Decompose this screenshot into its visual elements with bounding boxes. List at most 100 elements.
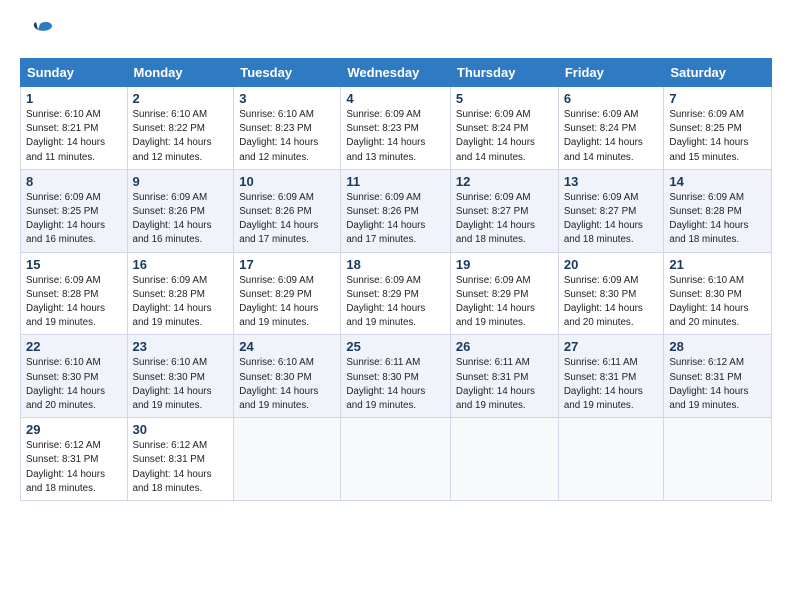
calendar-header-row: Sunday Monday Tuesday Wednesday Thursday… [21,59,772,87]
table-row: 11 Sunrise: 6:09 AMSunset: 8:26 PMDaylig… [341,169,451,252]
day-number: 24 [239,339,335,354]
table-row [234,418,341,501]
col-friday: Friday [558,59,664,87]
day-number: 17 [239,257,335,272]
logo [20,16,54,48]
day-number: 11 [346,174,445,189]
day-info: Sunrise: 6:10 AMSunset: 8:30 PMDaylight:… [239,357,318,411]
day-info: Sunrise: 6:10 AMSunset: 8:22 PMDaylight:… [133,109,212,163]
calendar-week-row: 22 Sunrise: 6:10 AMSunset: 8:30 PMDaylig… [21,335,772,418]
table-row: 21 Sunrise: 6:10 AMSunset: 8:30 PMDaylig… [664,252,772,335]
table-row: 2 Sunrise: 6:10 AMSunset: 8:22 PMDayligh… [127,87,234,170]
day-number: 30 [133,422,229,437]
day-number: 1 [26,91,122,106]
day-info: Sunrise: 6:09 AMSunset: 8:28 PMDaylight:… [669,192,748,246]
col-tuesday: Tuesday [234,59,341,87]
day-info: Sunrise: 6:09 AMSunset: 8:26 PMDaylight:… [239,192,318,246]
day-number: 19 [456,257,553,272]
table-row: 5 Sunrise: 6:09 AMSunset: 8:24 PMDayligh… [450,87,558,170]
table-row: 16 Sunrise: 6:09 AMSunset: 8:28 PMDaylig… [127,252,234,335]
table-row: 15 Sunrise: 6:09 AMSunset: 8:28 PMDaylig… [21,252,128,335]
day-info: Sunrise: 6:09 AMSunset: 8:28 PMDaylight:… [133,275,212,329]
day-number: 8 [26,174,122,189]
day-number: 2 [133,91,229,106]
day-number: 27 [564,339,659,354]
day-info: Sunrise: 6:09 AMSunset: 8:29 PMDaylight:… [239,275,318,329]
day-info: Sunrise: 6:09 AMSunset: 8:26 PMDaylight:… [346,192,425,246]
table-row: 7 Sunrise: 6:09 AMSunset: 8:25 PMDayligh… [664,87,772,170]
day-info: Sunrise: 6:10 AMSunset: 8:30 PMDaylight:… [133,357,212,411]
table-row: 19 Sunrise: 6:09 AMSunset: 8:29 PMDaylig… [450,252,558,335]
table-row: 13 Sunrise: 6:09 AMSunset: 8:27 PMDaylig… [558,169,664,252]
day-info: Sunrise: 6:09 AMSunset: 8:25 PMDaylight:… [669,109,748,163]
day-number: 4 [346,91,445,106]
table-row [450,418,558,501]
table-row: 12 Sunrise: 6:09 AMSunset: 8:27 PMDaylig… [450,169,558,252]
day-number: 13 [564,174,659,189]
day-number: 21 [669,257,766,272]
day-info: Sunrise: 6:12 AMSunset: 8:31 PMDaylight:… [669,357,748,411]
day-info: Sunrise: 6:09 AMSunset: 8:29 PMDaylight:… [456,275,535,329]
col-sunday: Sunday [21,59,128,87]
logo-icon [22,16,54,48]
col-wednesday: Wednesday [341,59,451,87]
day-info: Sunrise: 6:11 AMSunset: 8:31 PMDaylight:… [564,357,643,411]
day-info: Sunrise: 6:11 AMSunset: 8:30 PMDaylight:… [346,357,425,411]
day-info: Sunrise: 6:10 AMSunset: 8:21 PMDaylight:… [26,109,105,163]
day-info: Sunrise: 6:11 AMSunset: 8:31 PMDaylight:… [456,357,535,411]
day-number: 25 [346,339,445,354]
table-row: 4 Sunrise: 6:09 AMSunset: 8:23 PMDayligh… [341,87,451,170]
day-info: Sunrise: 6:09 AMSunset: 8:24 PMDaylight:… [564,109,643,163]
calendar-week-row: 29 Sunrise: 6:12 AMSunset: 8:31 PMDaylig… [21,418,772,501]
day-info: Sunrise: 6:12 AMSunset: 8:31 PMDaylight:… [26,440,105,494]
day-number: 5 [456,91,553,106]
calendar-week-row: 8 Sunrise: 6:09 AMSunset: 8:25 PMDayligh… [21,169,772,252]
table-row: 30 Sunrise: 6:12 AMSunset: 8:31 PMDaylig… [127,418,234,501]
calendar-week-row: 1 Sunrise: 6:10 AMSunset: 8:21 PMDayligh… [21,87,772,170]
day-number: 26 [456,339,553,354]
table-row [341,418,451,501]
calendar-week-row: 15 Sunrise: 6:09 AMSunset: 8:28 PMDaylig… [21,252,772,335]
table-row: 6 Sunrise: 6:09 AMSunset: 8:24 PMDayligh… [558,87,664,170]
table-row: 10 Sunrise: 6:09 AMSunset: 8:26 PMDaylig… [234,169,341,252]
day-number: 23 [133,339,229,354]
day-number: 22 [26,339,122,354]
day-number: 20 [564,257,659,272]
calendar: Sunday Monday Tuesday Wednesday Thursday… [20,58,772,501]
table-row [558,418,664,501]
day-number: 9 [133,174,229,189]
day-number: 3 [239,91,335,106]
day-info: Sunrise: 6:09 AMSunset: 8:30 PMDaylight:… [564,275,643,329]
day-number: 28 [669,339,766,354]
day-info: Sunrise: 6:09 AMSunset: 8:25 PMDaylight:… [26,192,105,246]
day-number: 6 [564,91,659,106]
day-info: Sunrise: 6:09 AMSunset: 8:29 PMDaylight:… [346,275,425,329]
table-row: 1 Sunrise: 6:10 AMSunset: 8:21 PMDayligh… [21,87,128,170]
day-number: 15 [26,257,122,272]
day-info: Sunrise: 6:09 AMSunset: 8:28 PMDaylight:… [26,275,105,329]
day-number: 14 [669,174,766,189]
day-number: 29 [26,422,122,437]
table-row: 24 Sunrise: 6:10 AMSunset: 8:30 PMDaylig… [234,335,341,418]
table-row: 25 Sunrise: 6:11 AMSunset: 8:30 PMDaylig… [341,335,451,418]
day-number: 18 [346,257,445,272]
table-row: 14 Sunrise: 6:09 AMSunset: 8:28 PMDaylig… [664,169,772,252]
table-row: 9 Sunrise: 6:09 AMSunset: 8:26 PMDayligh… [127,169,234,252]
day-number: 7 [669,91,766,106]
day-info: Sunrise: 6:09 AMSunset: 8:27 PMDaylight:… [564,192,643,246]
day-info: Sunrise: 6:09 AMSunset: 8:26 PMDaylight:… [133,192,212,246]
table-row: 18 Sunrise: 6:09 AMSunset: 8:29 PMDaylig… [341,252,451,335]
day-info: Sunrise: 6:09 AMSunset: 8:24 PMDaylight:… [456,109,535,163]
col-saturday: Saturday [664,59,772,87]
table-row: 3 Sunrise: 6:10 AMSunset: 8:23 PMDayligh… [234,87,341,170]
page: Sunday Monday Tuesday Wednesday Thursday… [0,0,792,612]
table-row: 23 Sunrise: 6:10 AMSunset: 8:30 PMDaylig… [127,335,234,418]
table-row: 22 Sunrise: 6:10 AMSunset: 8:30 PMDaylig… [21,335,128,418]
table-row: 28 Sunrise: 6:12 AMSunset: 8:31 PMDaylig… [664,335,772,418]
day-info: Sunrise: 6:12 AMSunset: 8:31 PMDaylight:… [133,440,212,494]
col-thursday: Thursday [450,59,558,87]
day-info: Sunrise: 6:09 AMSunset: 8:27 PMDaylight:… [456,192,535,246]
day-info: Sunrise: 6:09 AMSunset: 8:23 PMDaylight:… [346,109,425,163]
day-info: Sunrise: 6:10 AMSunset: 8:30 PMDaylight:… [26,357,105,411]
day-info: Sunrise: 6:10 AMSunset: 8:30 PMDaylight:… [669,275,748,329]
